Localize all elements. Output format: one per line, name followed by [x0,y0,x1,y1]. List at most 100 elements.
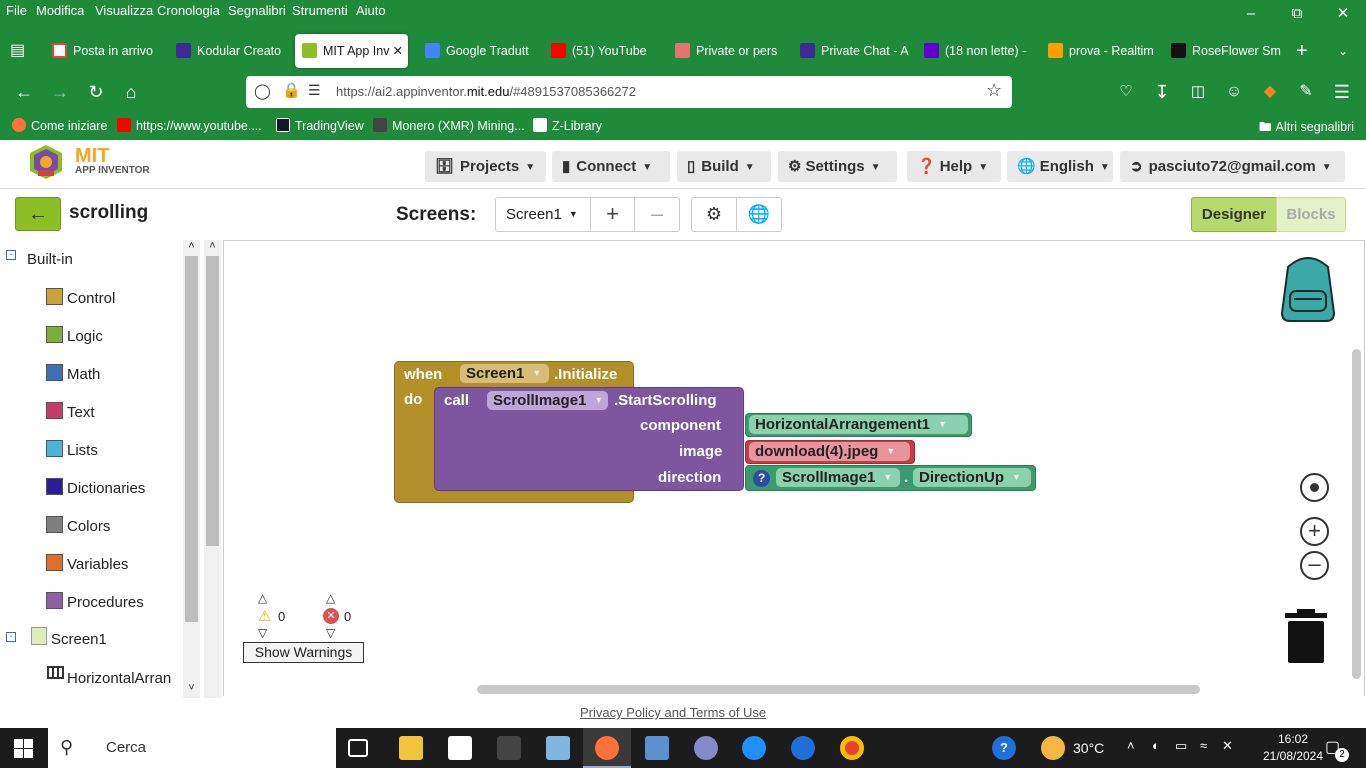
metamask-icon[interactable]: ◆ [1258,80,1282,104]
project-properties-icon[interactable]: ⚙ [691,197,737,232]
error-up-icon[interactable]: △ [326,591,335,605]
teamviewer-icon[interactable] [742,736,766,760]
blocks-workspace[interactable]: when Screen1 ▼ .Initialize do call Scroll… [223,240,1365,696]
palette-dictionaries[interactable]: Dictionaries [46,478,145,498]
designer-button[interactable]: Designer [1191,197,1277,232]
tab-kodular[interactable]: Kodular Creato [176,34,286,68]
palette-math[interactable]: Math [46,364,100,384]
workspace-vscroll[interactable] [1352,349,1361,679]
tree-horizontal-arrangement[interactable]: HorizontalArran [67,670,171,687]
build-menu[interactable]: ▯ Build ▼ [677,151,771,182]
palette-scrollbar[interactable]: ˄ ˅ [183,240,200,698]
tab-private[interactable]: Private or pers [675,34,785,68]
file-explorer-icon[interactable] [399,736,423,760]
palette-control[interactable]: Control [46,288,115,308]
paint-icon[interactable] [694,736,718,760]
tree-scroll-thumb[interactable] [206,256,219,546]
palette-lists[interactable]: Lists [46,440,98,460]
bookmark-tradingview[interactable]: TradingView [276,118,364,133]
bookmark-come-iniziare[interactable]: Come iniziare [12,118,107,133]
projects-menu[interactable]: 🗄 Projects ▼ [425,151,546,182]
close-tab-icon[interactable]: ✕ [393,34,403,68]
bookmark-zlibrary[interactable]: Z-Library [533,118,602,133]
chevron-up-icon[interactable]: ˄ [1127,738,1135,753]
downloads-icon[interactable]: ↧ [1150,80,1174,104]
add-screen-icon[interactable]: + [590,197,635,232]
screen-selector[interactable]: Screen1 ▼ [495,197,591,232]
tab-firebase[interactable]: prova - Realtim [1048,34,1158,68]
restore-icon[interactable]: ⧉ [1274,0,1320,30]
language-menu[interactable]: 🌐 English ▼ [1007,151,1113,182]
weather-icon[interactable] [1041,736,1065,760]
forward-icon[interactable]: → [48,80,72,104]
clock-date[interactable]: 21/08/2024 [1259,749,1327,763]
clock-time[interactable]: 16:02 [1268,732,1318,746]
menu-cronologia[interactable]: Cronologia [157,3,220,18]
browser-icon[interactable] [791,736,815,760]
shield-icon[interactable]: ◯ [254,82,271,100]
palette-procedures[interactable]: Procedures [46,592,144,612]
chrome-icon[interactable] [840,736,864,760]
app-icon[interactable] [497,736,521,760]
tree-scrollbar[interactable]: ˄ [204,240,221,698]
zoom-out-icon[interactable]: – [1300,551,1329,580]
tree-screen1[interactable]: Screen1 [51,631,107,648]
warning-up-icon[interactable]: △ [258,591,267,605]
palette-colors[interactable]: Colors [46,516,110,536]
connect-menu[interactable]: ▮ Connect ▼ [552,151,670,182]
blocks-button[interactable]: Blocks [1276,197,1346,232]
bookmark-star-icon[interactable]: ☆ [986,80,1002,101]
scroll-up-icon[interactable]: ˄ [183,240,200,254]
minimize-icon[interactable]: – [1228,0,1274,30]
tab-google-translate[interactable]: Google Tradutt [425,34,535,68]
scroll-up-icon[interactable]: ˄ [204,240,221,254]
taskbar-search[interactable]: ⚲ Cerca [48,728,336,768]
tab-mit-app-inventor[interactable]: MIT App Inv ✕ [295,34,408,68]
tab-youtube[interactable]: (51) YouTube [551,34,661,68]
notes-icon[interactable] [546,736,570,760]
remote-desktop-icon[interactable] [645,736,669,760]
bookmark-monero[interactable]: Monero (XMR) Mining... [373,118,525,133]
menu-strumenti[interactable]: Strumenti [292,3,348,18]
settings-menu[interactable]: ⚙ Settings ▼ [778,151,897,182]
extensions-icon[interactable]: ✎ [1294,80,1318,104]
reader-view-icon[interactable]: ◫ [1186,80,1210,104]
method-component-dropdown[interactable]: ScrollImage1 ▼ [487,391,608,410]
palette-scroll-thumb[interactable] [185,256,198,622]
collapse-icon[interactable]: - [6,250,16,260]
scroll-down-icon[interactable]: ˅ [183,682,200,696]
palette-variables[interactable]: Variables [46,554,128,574]
close-window-icon[interactable]: ✕ [1320,0,1366,30]
component-arg-dropdown[interactable]: HorizontalArrangement1 ▼ [749,415,968,434]
show-warnings-button[interactable]: Show Warnings [243,642,364,663]
builtin-label[interactable]: Built-in [27,251,73,268]
new-tab-icon[interactable]: + [1296,34,1316,68]
windows-start-icon[interactable] [14,739,33,758]
tab-posta[interactable]: Posta in arrivo [52,34,166,68]
account-icon[interactable]: ☺ [1222,80,1246,104]
privacy-policy-link[interactable]: Privacy Policy and Terms of Use [580,705,766,720]
tab-list-chevron-icon[interactable]: ⌄ [1338,34,1354,68]
direction-value-dropdown[interactable]: DirectionUp ▼ [913,468,1031,487]
zoom-in-icon[interactable]: + [1300,517,1329,546]
recenter-icon[interactable] [1300,473,1329,502]
trash-icon[interactable] [1285,609,1327,663]
direction-component-dropdown[interactable]: ScrollImage1 ▼ [776,468,900,487]
back-icon[interactable]: ← [12,80,36,104]
palette-logic[interactable]: Logic [46,326,103,346]
warning-down-icon[interactable]: ▽ [258,626,267,640]
wifi-icon[interactable]: ≈ [1200,738,1207,753]
pocket-icon[interactable]: ♡ [1114,80,1138,104]
error-down-icon[interactable]: ▽ [326,626,335,640]
event-component-dropdown[interactable]: Screen1 ▼ [460,364,549,383]
permissions-icon[interactable]: ☰ [308,82,321,99]
account-menu[interactable]: ➲ pasciuto72@gmail.com ▼ [1120,151,1345,182]
back-arrow-icon[interactable]: ← [15,197,61,231]
palette-text[interactable]: Text [46,402,95,422]
amazon-icon[interactable] [448,736,472,760]
hamburger-menu-icon[interactable]: ☰ [1330,80,1354,104]
camera-icon[interactable]: ◐ [1152,738,1160,753]
menu-aiuto[interactable]: Aiuto [356,3,386,18]
bookmark-youtube[interactable]: https://www.youtube.... [117,118,262,133]
menu-modifica[interactable]: Modifica [36,3,84,18]
